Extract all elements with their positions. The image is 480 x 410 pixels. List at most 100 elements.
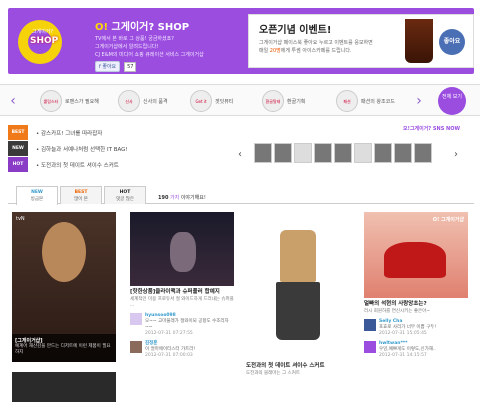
tag-row-hot[interactable]: HOT • 도전과의 첫 데이트 셔이수 스커트: [8, 157, 233, 172]
thumbs-up-icon: 좋아요: [439, 29, 465, 55]
chevron-left-icon[interactable]: ‹: [6, 93, 20, 109]
comment-date: 2012-07-31 14:15:57: [379, 353, 427, 358]
tag-badge: BEST: [8, 125, 28, 140]
tab-label: BEST: [74, 190, 88, 195]
product-image[interactable]: [130, 212, 234, 286]
card-title: 도전과의 첫 데이트 셔이수 스커트: [246, 363, 325, 369]
sns-faces: [254, 143, 432, 163]
tag-row-new[interactable]: NEW • 김하늘과 서예나처럼 선택한 IT BAG!: [8, 141, 233, 156]
product-card[interactable]: [핫한상품]클라이맥과 슈퍼플러 합예지 세계적인 미용 프로듀서 절 와이드하…: [130, 212, 234, 359]
channel-item[interactable]: 패션 패션의 왕조코드: [336, 89, 395, 113]
tag-text: • 도전과의 첫 데이트 셔이수 스커트: [36, 161, 119, 169]
tab-best[interactable]: BEST 많이 본: [60, 186, 102, 204]
tag-text: • 김하늘과 서예나처럼 선택한 IT BAG!: [36, 145, 128, 153]
avatar[interactable]: [364, 341, 376, 353]
brand-block: O! 그게이거? SHOP TV에서 본 바로 그 상품! 궁금하셨죠? 그게이…: [95, 18, 204, 72]
figure-shape: [170, 232, 196, 272]
chevron-right-icon[interactable]: ›: [412, 93, 426, 109]
sns-avatar[interactable]: [314, 143, 332, 163]
tab-hot[interactable]: HOT 댓글 많은: [104, 186, 146, 204]
channel-strip: ‹ 롤링스타 로맨스가 필요해 신사 신사의 품격 Get it beaut 겟…: [0, 84, 480, 116]
product-card[interactable]: O! 그게이거샵 얼빠의 석현의 사랑앙초는? 러시 회원하를 연신시키는 좋은…: [364, 212, 468, 359]
sns-avatar[interactable]: [274, 143, 292, 163]
product-image[interactable]: O! 그게이거샵: [364, 212, 468, 298]
comment-date: 2012-07-31 07:00:03: [145, 353, 193, 358]
sns-avatar[interactable]: [374, 143, 392, 163]
card-title: [핫한상품]클라이맥과 슈퍼플러 합예지: [130, 289, 220, 295]
comment: Selly Cha 포효로 사리가 너무 이쁨 구두! 2012-07-31 1…: [364, 319, 468, 337]
avatar[interactable]: [130, 313, 142, 325]
brand-title-text: 그게이거? SHOP: [111, 22, 190, 33]
card-title: [그게이거샵]: [15, 338, 43, 344]
brand-desc-line-1: TV에서 본 바로 그 상품! 궁금하셨죠?: [95, 36, 174, 42]
chevron-right-icon[interactable]: ›: [454, 149, 458, 160]
shop-logo[interactable]: 그게이거? SHOP: [18, 20, 70, 64]
sns-title: 오!그게이거? SNS NOW: [403, 126, 460, 132]
product-image[interactable]: [12, 372, 116, 402]
card-title: 얼빠의 석현의 사랑앙초는?: [364, 301, 427, 307]
tab-sub: 많이 본: [74, 197, 88, 202]
sns-avatar[interactable]: [414, 143, 432, 163]
promo-title: 오픈기념 이벤트!: [259, 25, 332, 36]
sort-tabs: NEW 방금본 BEST 많이 본 HOT 댓글 많은 190 가지 이야기해요…: [8, 186, 474, 205]
sns-avatar[interactable]: [254, 143, 272, 163]
avatar[interactable]: [130, 341, 142, 353]
card-desc: 러시 회원하를 연신시키는 좋은아~: [364, 309, 431, 314]
product-image[interactable]: tvN [그게이거샵] 예계어 재산감을 만드는 디저트에 이런 제품이 필요하…: [12, 212, 116, 362]
site-header: 그게이거? SHOP O! 그게이거? SHOP TV에서 본 바로 그 상품!…: [0, 0, 480, 80]
channel-item[interactable]: 환골탈태 환골기획: [262, 89, 305, 113]
brand-desc-line-3: CJ E&M의 미디어 쇼핑 큐레이션 서비스 그게이거샵: [95, 52, 204, 58]
promo-sub-emph: 20명: [269, 48, 281, 54]
tag-label: 김하늘과 서예나처럼 선택한 IT BAG!: [41, 147, 128, 153]
tag-label: 도전과의 첫 데이트 셔이수 스커트: [41, 163, 119, 169]
chevron-left-icon[interactable]: ‹: [238, 149, 242, 160]
channel-logo: 신사: [118, 90, 140, 112]
tag-text: • 감스카프! 그녀를 따라잡자: [36, 129, 102, 137]
card-overlay: [그게이거샵] 예계어 재산감을 만드는 디저트에 이런 제품이 필요하지: [12, 334, 116, 362]
view-all-channels-button[interactable]: 전체 보기: [438, 87, 466, 115]
product-card[interactable]: tvN [그게이거샵] 예계어 재산감을 만드는 디저트에 이런 제품이 필요하…: [12, 212, 116, 402]
channel-label: 패션의 왕조코드: [361, 98, 395, 105]
card-desc: 도전과의 블래마는 그 스커트: [246, 371, 300, 376]
tag-row-best[interactable]: BEST • 감스카프! 그녀를 따라잡자: [8, 125, 233, 140]
logo-small-text: 그게이거?: [32, 29, 54, 35]
fb-like-count: 57: [124, 62, 137, 72]
product-card[interactable]: 도전과의 첫 데이트 셔이수 스커트 도전과의 블래마는 그 스커트: [246, 212, 350, 377]
channel-item[interactable]: 롤링스타 로맨스가 필요해: [40, 89, 99, 113]
story-count-text: 이야기해요!: [180, 195, 206, 201]
channel-label: 환골기획: [287, 98, 306, 105]
card-desc: 세계적인 미용 프로듀서 절 와이드하게 드러내는 슈퍼플 ...: [130, 297, 234, 308]
channel-logo: Get it beaut: [190, 90, 212, 112]
story-count-number: 190: [158, 195, 169, 201]
sns-avatar[interactable]: [394, 143, 412, 163]
tab-new[interactable]: NEW 방금본: [16, 186, 58, 205]
skirt-shape: [276, 282, 320, 340]
face-shape: [42, 222, 86, 282]
channel-watermark: tvN: [16, 216, 25, 222]
channel-label: 신사의 품격: [143, 98, 168, 105]
brand-prefix: O!: [95, 22, 109, 33]
comment-date: 2012-07-31 15:05:45: [379, 331, 427, 336]
sns-avatar[interactable]: [354, 143, 372, 163]
logo-text: SHOP: [30, 36, 59, 46]
channel-item[interactable]: Get it beaut 겟잇뷰티: [190, 89, 233, 113]
shoe-shape: [384, 242, 446, 278]
comment-body: hyunsoo098 오~~ 고마울래가 절와이되 공항도 수조리자~~ 201…: [145, 313, 234, 337]
sns-avatar[interactable]: [294, 143, 312, 163]
channel-label: 겟잇뷰티: [215, 98, 234, 105]
story-count: 190 가지 이야기해요!: [158, 194, 206, 201]
event-promo-banner[interactable]: 오픈기념 이벤트! 그게이거샵 페이스북 좋아요 누르고 이벤트를 응모하면 매…: [248, 14, 474, 68]
tab-label: NEW: [31, 190, 43, 195]
comment: hyunsoo098 오~~ 고마울래가 절와이되 공항도 수조리자~~ 201…: [130, 313, 234, 337]
sns-avatar[interactable]: [334, 143, 352, 163]
channel-item[interactable]: 신사 신사의 품격: [118, 89, 168, 113]
avatar[interactable]: [364, 319, 376, 331]
brand-desc-line-2: 그게이거샵에서 알려드립니다!: [95, 44, 159, 50]
brand-desc: TV에서 본 바로 그 상품! 궁금하셨죠? 그게이거샵에서 알려드립니다! C…: [95, 35, 204, 59]
tag-label: 감스카프! 그녀를 따라잡자: [41, 131, 103, 137]
channel-logo: 패션: [336, 90, 358, 112]
facebook-like-button[interactable]: f 좋아요: [95, 61, 121, 72]
product-image[interactable]: [246, 212, 350, 360]
promo-sub-line-1: 그게이거샵 페이스북 좋아요 누르고 이벤트를 응모하면: [259, 40, 373, 46]
channel-watermark: O! 그게이거샵: [432, 217, 464, 223]
